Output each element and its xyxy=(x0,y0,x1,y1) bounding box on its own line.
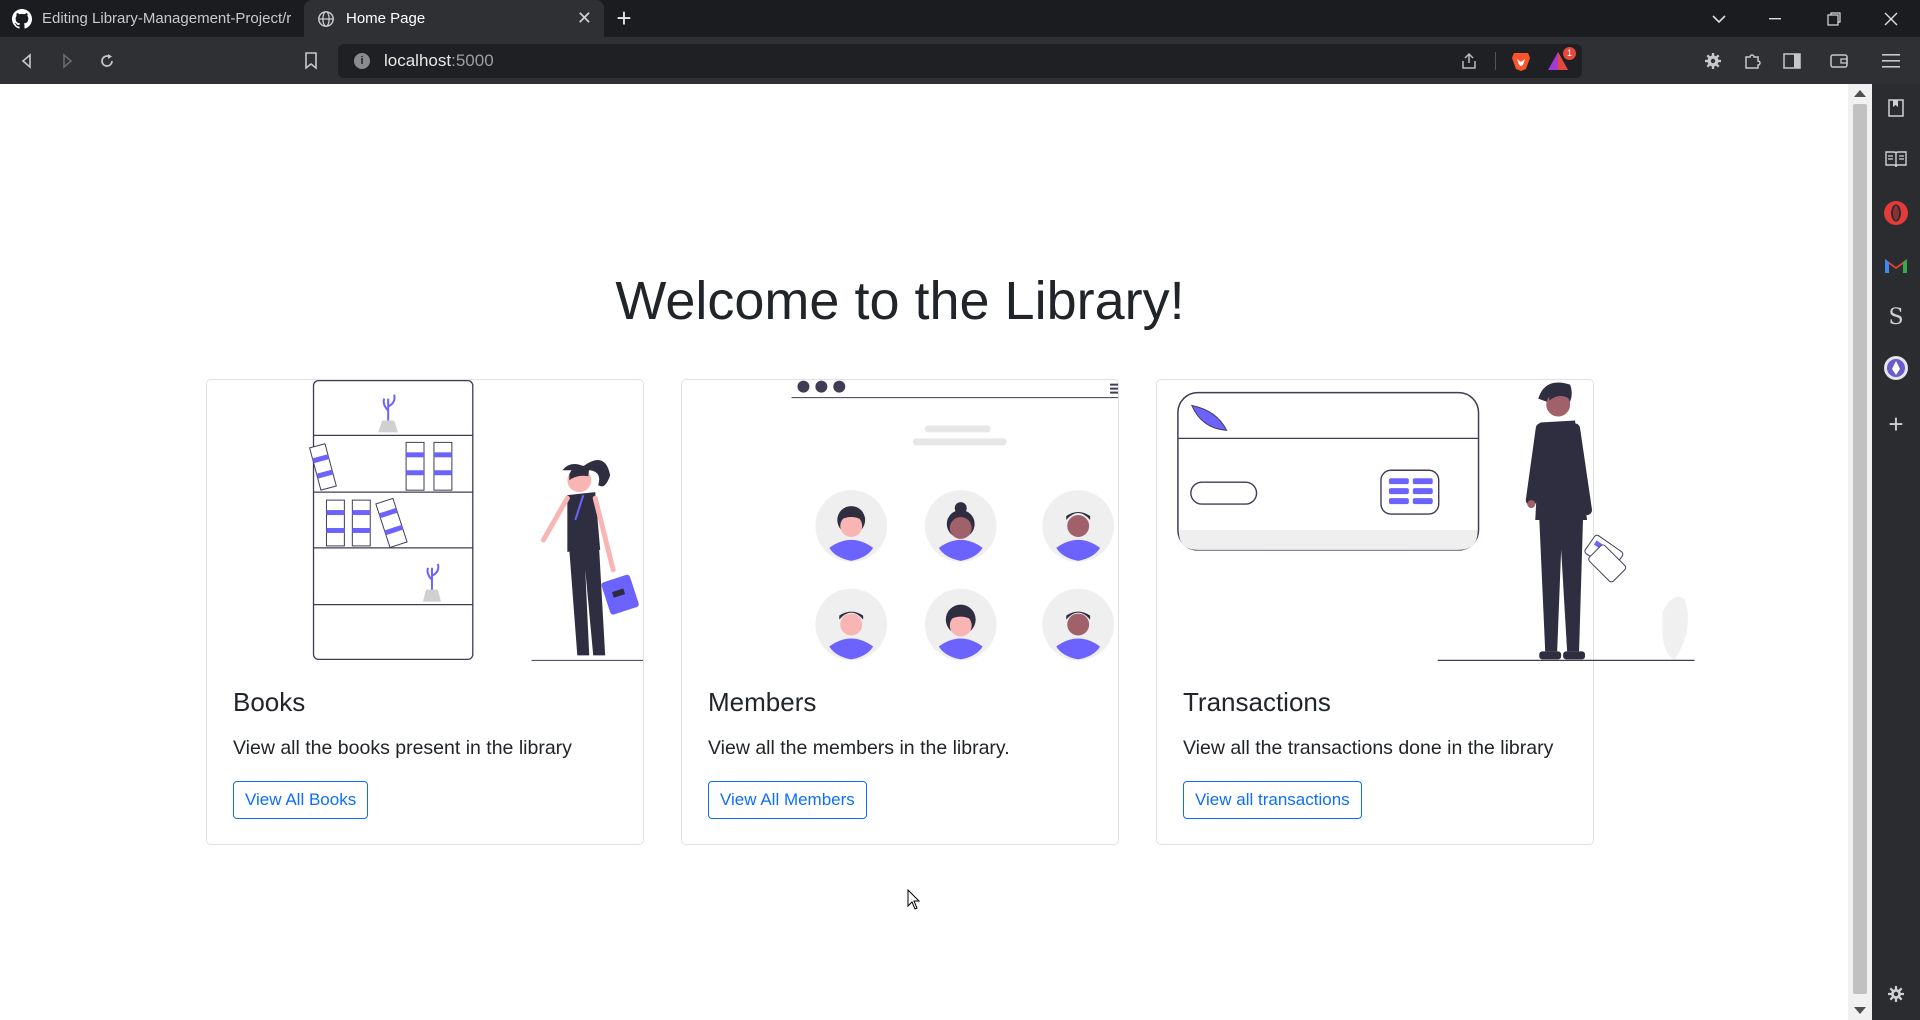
bookmarks-sidebar-icon[interactable] xyxy=(1881,93,1911,123)
view-all-books-button[interactable]: View All Books xyxy=(233,781,369,819)
members-illustration xyxy=(791,380,1118,661)
add-sidebar-item-icon[interactable]: + xyxy=(1881,409,1911,439)
address-bar[interactable]: i localhost:5000 1 xyxy=(338,44,1582,78)
card-text: View all the members in the library. xyxy=(708,737,1010,759)
bookmark-icon[interactable] xyxy=(296,46,326,76)
back-icon[interactable] xyxy=(12,46,42,76)
member-avatar xyxy=(1042,490,1115,562)
github-icon xyxy=(12,8,32,29)
card-title: Members xyxy=(708,687,817,717)
rewards-badge: 1 xyxy=(1562,47,1576,60)
member-avatar xyxy=(815,588,888,661)
transactions-card: Transactions View all the transactions d… xyxy=(1156,379,1695,845)
books-illustration xyxy=(308,380,643,661)
view-all-members-button[interactable]: View All Members xyxy=(708,781,867,819)
minimize-window-button[interactable] xyxy=(1752,0,1798,37)
page-scrollbar[interactable] xyxy=(1848,84,1872,1020)
card-title: Books xyxy=(233,687,306,717)
scrollbar-thumb[interactable] xyxy=(1853,104,1867,994)
tab-editing-library[interactable]: Editing Library-Management-Project/r xyxy=(0,0,304,37)
mouse-cursor-icon xyxy=(907,889,921,910)
reading-list-icon[interactable] xyxy=(1881,144,1911,174)
divider xyxy=(1495,52,1496,70)
members-card: Members View all the members in the libr… xyxy=(681,379,1119,845)
view-all-transactions-button[interactable]: View all transactions xyxy=(1183,781,1362,819)
scroll-down-arrow[interactable] xyxy=(1854,1007,1866,1014)
site-info-icon[interactable]: i xyxy=(354,53,370,69)
close-tab-icon[interactable]: ✕ xyxy=(577,8,592,29)
forward-icon[interactable] xyxy=(52,46,82,76)
settings-gear-icon[interactable] xyxy=(1698,46,1728,76)
globe-icon xyxy=(316,9,336,29)
share-icon[interactable] xyxy=(1460,52,1478,75)
scroll-up-arrow[interactable] xyxy=(1854,90,1866,97)
sidebar-settings-gear-icon[interactable] xyxy=(1881,979,1911,1009)
tab-search-chevron-icon[interactable] xyxy=(1696,0,1742,37)
restore-window-button[interactable] xyxy=(1811,0,1857,37)
member-avatar xyxy=(924,490,997,562)
tab-title: Home Page xyxy=(346,10,426,27)
tab-home-page[interactable]: Home Page ✕ xyxy=(304,0,604,37)
card-text: View all the books present in the librar… xyxy=(233,737,572,759)
card-text: View all the transactions done in the li… xyxy=(1183,737,1554,759)
menu-hamburger-icon[interactable] xyxy=(1876,46,1906,76)
url-text: localhost:5000 xyxy=(384,51,494,70)
opera-icon[interactable] xyxy=(1881,198,1911,228)
member-avatar xyxy=(924,588,997,661)
new-tab-button[interactable]: + xyxy=(604,0,644,37)
member-avatar xyxy=(815,490,888,562)
gmail-icon[interactable] xyxy=(1881,250,1911,280)
member-avatar xyxy=(1042,588,1115,661)
browser-sidebar: S + xyxy=(1872,84,1920,1020)
page-content: Welcome to the Library! Books View all t… xyxy=(0,84,1848,1020)
close-window-button[interactable] xyxy=(1868,0,1914,37)
brave-rewards-icon[interactable]: 1 xyxy=(1546,47,1576,74)
tab-strip: Editing Library-Management-Project/r Hom… xyxy=(0,0,1920,37)
card-title: Transactions xyxy=(1183,687,1331,717)
page-title: Welcome to the Library! xyxy=(615,271,1185,331)
browser-toolbar: i localhost:5000 1 xyxy=(0,37,1920,84)
tab-title: Editing Library-Management-Project/r xyxy=(42,10,292,27)
web3-app-icon[interactable] xyxy=(1881,353,1911,383)
extensions-puzzle-icon[interactable] xyxy=(1737,46,1767,76)
sidebar-toggle-icon[interactable] xyxy=(1777,46,1807,76)
transactions-illustration xyxy=(1177,382,1695,662)
s-app-icon[interactable]: S xyxy=(1881,302,1911,332)
books-card: Books View all the books present in the … xyxy=(206,379,644,845)
wallet-icon[interactable] xyxy=(1824,46,1854,76)
reload-icon[interactable] xyxy=(92,46,122,76)
brave-shields-icon[interactable] xyxy=(1510,50,1532,72)
